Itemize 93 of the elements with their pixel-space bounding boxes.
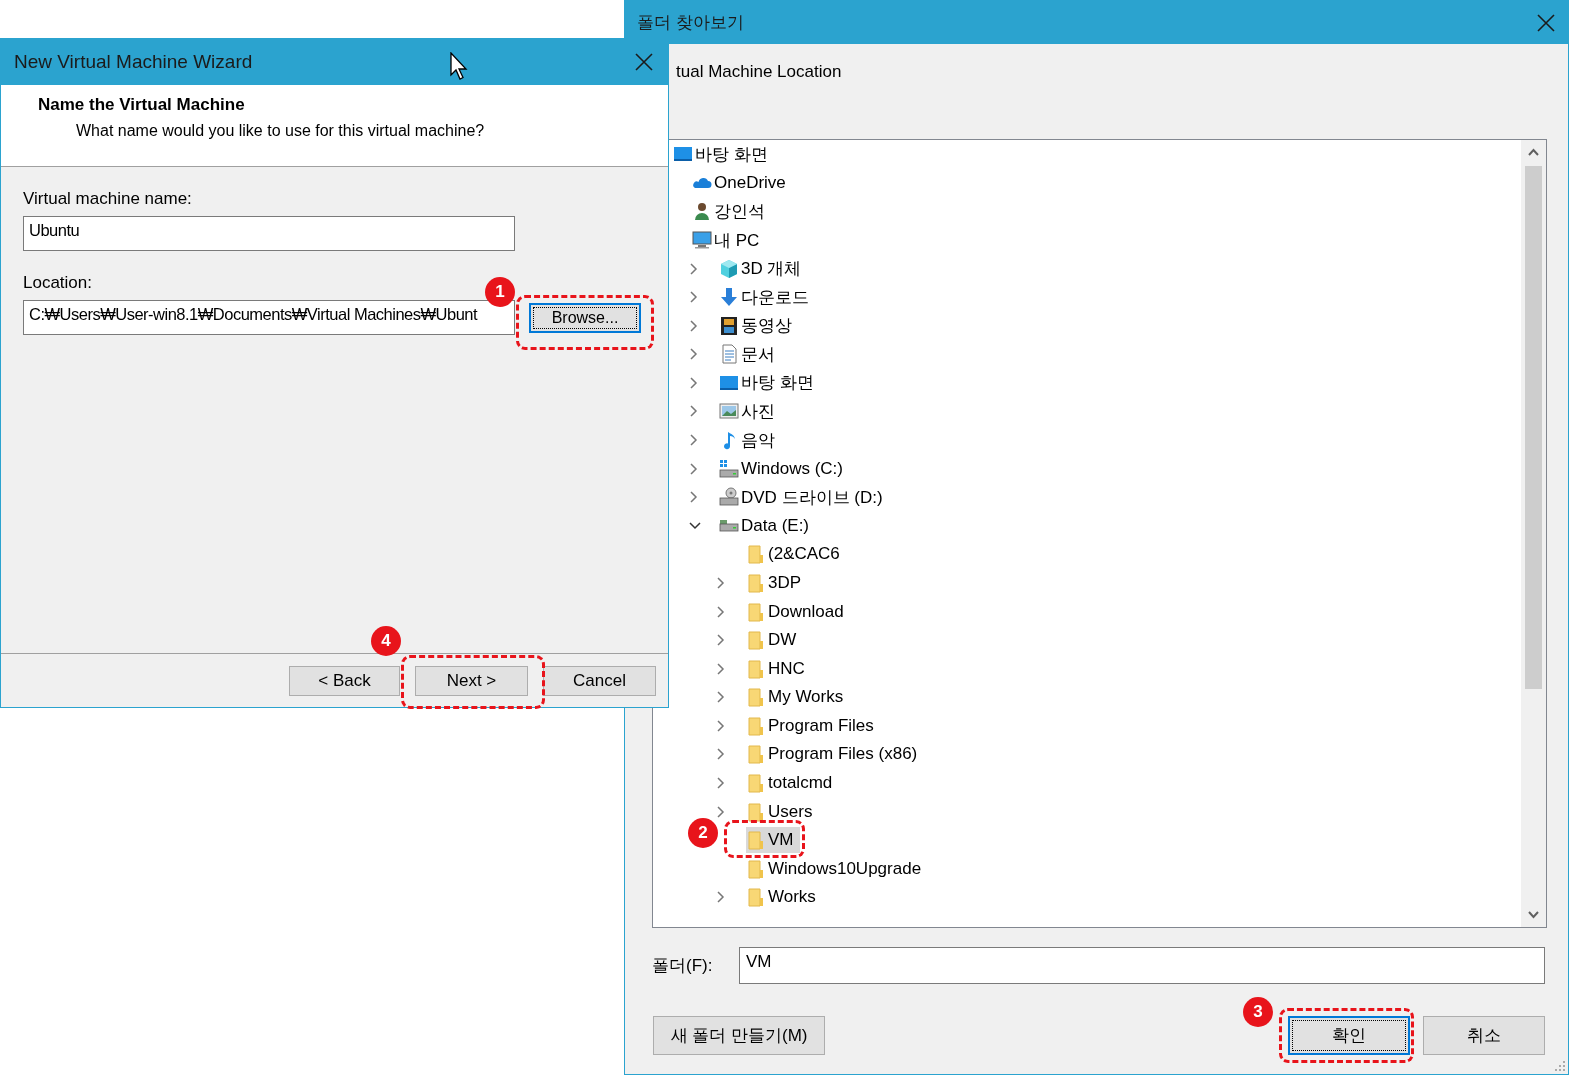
folder-icon [746, 630, 766, 651]
tree-item[interactable]: 다운로드 [719, 284, 815, 311]
chevron-right-icon[interactable] [716, 634, 726, 647]
chevron-right-icon[interactable] [689, 291, 699, 304]
folder-icon [746, 830, 766, 851]
tree-item[interactable]: Download [746, 598, 850, 625]
chevron-right-icon[interactable] [689, 405, 699, 418]
chevron-right-icon[interactable] [716, 777, 726, 789]
browse-button[interactable]: Browse... [529, 302, 641, 333]
chevron-right-icon[interactable] [689, 376, 699, 389]
tree-item[interactable]: 강인석 [692, 198, 771, 225]
tree-item[interactable]: 문서 [719, 341, 781, 368]
dialog-description: tual Machine Location [676, 62, 842, 83]
cancel-button[interactable]: Cancel [543, 665, 656, 696]
chevron-right-icon[interactable] [716, 805, 726, 818]
tree-item[interactable]: Users [746, 798, 819, 825]
folder-icon [746, 572, 766, 593]
location-field[interactable]: C:₩Users₩User-win8.1₩Documents₩Virtual Machines₩Ubunt [23, 300, 515, 335]
folder-icon [746, 601, 766, 622]
chevron-right-icon[interactable] [689, 319, 699, 332]
tree-item[interactable]: 바탕 화면 [673, 141, 774, 168]
chevron-right-icon[interactable] [689, 262, 699, 275]
next-button[interactable]: Next > [415, 665, 528, 696]
resize-grip-icon[interactable] [1554, 1060, 1566, 1072]
folder-field[interactable]: VM [739, 947, 1545, 984]
tree-item[interactable]: VM [746, 827, 800, 854]
folder-icon [746, 773, 766, 793]
scrollbar-thumb[interactable] [1525, 166, 1542, 689]
tree-item[interactable]: 바탕 화면 [719, 369, 820, 396]
chevron-right-icon[interactable] [716, 748, 726, 761]
chevron-right-icon[interactable] [716, 691, 726, 704]
chevron-right-icon[interactable] [716, 576, 726, 589]
field-label: Location: [23, 273, 92, 294]
tree-item[interactable]: Windows (C:) [719, 455, 849, 482]
folder-icon [746, 858, 766, 879]
chevron-right-icon[interactable] [689, 348, 699, 361]
chevron-right-icon[interactable] [689, 434, 699, 447]
tree-item[interactable]: Windows10Upgrade [746, 855, 928, 882]
person-icon [692, 201, 712, 222]
chevron-down-icon[interactable] [689, 520, 701, 531]
cursor-icon [450, 52, 470, 80]
picture-icon [719, 401, 739, 422]
close-icon[interactable] [1536, 12, 1556, 33]
tree-item[interactable]: DVD 드라이브 (D:) [719, 484, 889, 511]
disc-drive-icon [719, 487, 739, 508]
chevron-right-icon[interactable] [716, 719, 726, 732]
cancel-button[interactable]: 취소 [1423, 1016, 1545, 1055]
chevron-right-icon[interactable] [716, 605, 726, 618]
folder-icon [746, 687, 766, 708]
tree-item[interactable]: 음악 [719, 427, 781, 454]
back-button[interactable]: < Back [289, 665, 400, 696]
close-icon[interactable] [634, 52, 654, 72]
tree-item[interactable]: Program Files [746, 712, 880, 739]
page-subheading: What name would you like to use for this virtual machine? [76, 122, 486, 140]
ok-button[interactable]: 확인 [1288, 1016, 1410, 1055]
tree-item[interactable]: 내 PC [692, 227, 766, 253]
film-icon [719, 315, 739, 336]
new-folder-button[interactable]: 새 폴더 만들기(M) [653, 1016, 825, 1055]
window-title: New Virtual Machine Wizard [14, 51, 253, 73]
tree-item[interactable]: 3DP [746, 569, 808, 596]
cube-icon [719, 258, 739, 279]
tree-item[interactable]: Data (E:) [719, 512, 816, 539]
drive-icon [719, 458, 739, 479]
tree-item[interactable]: 동영상 [719, 312, 798, 339]
tree-item[interactable]: 3D 개체 [719, 255, 808, 282]
name-field[interactable]: Ubuntu [23, 216, 515, 251]
tree-item[interactable]: 사진 [719, 398, 781, 425]
tree-item[interactable]: My Works [746, 684, 850, 711]
drive-icon [719, 519, 739, 533]
down-arrow-icon [719, 287, 739, 308]
page-heading: Name the Virtual Machine [38, 95, 246, 115]
chevron-right-icon[interactable] [689, 491, 699, 504]
chevron-right-icon[interactable] [716, 662, 726, 675]
tree-item[interactable]: DW [746, 627, 803, 654]
chevron-right-icon[interactable] [689, 462, 699, 475]
folder-label: 폴더(F): [652, 955, 714, 977]
computer-icon [692, 230, 712, 250]
folder-icon [746, 744, 766, 765]
tree-item[interactable]: HNC [746, 655, 811, 682]
folder-icon [746, 801, 766, 822]
tree-item[interactable]: (2&CAC6 [746, 541, 846, 568]
folder-icon [746, 715, 766, 736]
tree-item[interactable]: Works [746, 884, 822, 911]
window-title: 폴더 찾아보기 [637, 12, 744, 34]
folder-icon [746, 887, 766, 908]
document-icon [719, 344, 739, 365]
field-label: Virtual machine name: [23, 189, 192, 210]
tree-item[interactable]: totalcmd [746, 770, 839, 796]
tree-item[interactable]: OneDrive [692, 169, 792, 196]
folder-icon [746, 544, 766, 565]
tree-item[interactable]: Program Files (x86) [746, 741, 924, 768]
chevron-right-icon[interactable] [716, 891, 726, 904]
folder-icon [746, 658, 766, 679]
